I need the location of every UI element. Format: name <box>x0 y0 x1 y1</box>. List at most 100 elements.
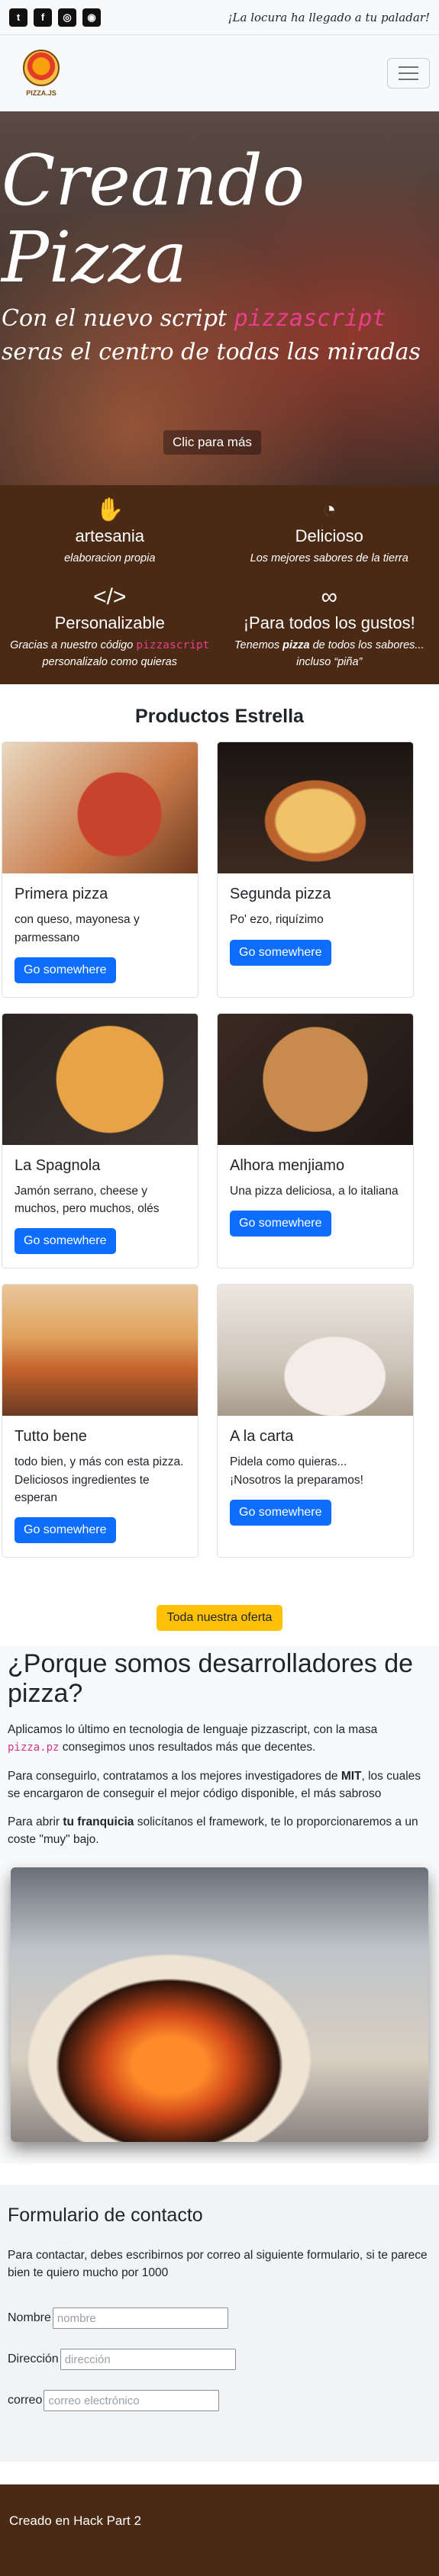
all-offers-button[interactable]: Toda nuestra oferta <box>157 1605 283 1631</box>
products-title: Productos Estrella <box>0 706 439 728</box>
feature-desc: Gracias a nuestro código pizzascript per… <box>8 638 212 671</box>
code-icon: </> <box>8 583 212 612</box>
social-links: t f ◎ ◉ <box>9 8 101 27</box>
product-image <box>218 1014 413 1145</box>
why-section: ¿Porque somos desarrolladores de pizza? … <box>0 1646 439 2163</box>
product-text: con queso, mayonesa y parmessano <box>15 911 186 947</box>
product-text: Po' ezo, riquízimo <box>230 911 401 928</box>
feature-title: artesania <box>8 526 212 546</box>
hero-title-line2: Pizza <box>2 217 187 298</box>
product-image <box>2 742 198 873</box>
product-text: Jamón serrano, cheese y muchos, pero muc… <box>15 1182 186 1218</box>
product-text: todo bien, y más con esta pizza. Delicio… <box>15 1453 186 1507</box>
pizza-logo-icon <box>23 50 60 86</box>
footer: Creado en Hack Part 2 <box>0 2484 439 2576</box>
hero-subtitle-text-end: seras el centro de todas las miradas <box>2 339 421 365</box>
hero-subtitle-text: Con el nuevo script <box>2 305 234 332</box>
product-image <box>218 742 413 873</box>
email-row: correo <box>8 2390 431 2411</box>
product-button[interactable]: Go somewhere <box>15 957 116 983</box>
product-card: Segunda pizza Po' ezo, riquízimo Go some… <box>217 741 414 998</box>
github-icon[interactable]: ◉ <box>82 8 101 27</box>
feature-title: Delicioso <box>228 526 432 546</box>
infinity-icon: ∞ <box>228 583 432 612</box>
contact-title: Formulario de contacto <box>8 2205 431 2227</box>
feature-desc-text-end: personalizalo como quieras <box>42 656 177 668</box>
feature-desc-text: Tenemos <box>234 639 282 651</box>
feature-delicioso: ◔ Delicioso Los mejores sabores de la ti… <box>220 496 439 568</box>
product-title: La Spagnola <box>15 1157 186 1175</box>
product-text: Pidela como quieras... ¡Nosotros la prep… <box>230 1453 401 1489</box>
facebook-icon[interactable]: f <box>34 8 52 27</box>
hand-icon: ✋ <box>8 496 212 525</box>
hero-cta-button[interactable]: Clic para más <box>163 430 261 455</box>
product-card: A la carta Pidela como quieras... ¡Nosot… <box>217 1284 414 1558</box>
feature-code: pizzascript <box>136 639 209 651</box>
tagline: ¡La locura ha llegado a tu paladar! <box>228 11 430 24</box>
hero-code: pizzascript <box>234 305 386 332</box>
feature-personalizable: </> Personalizable Gracias a nuestro cód… <box>0 583 220 671</box>
name-row: Nombre <box>8 2307 431 2329</box>
feature-desc: Tenemos pizza de todos los sabores... in… <box>228 638 432 671</box>
navbar: PIZZA.JS <box>0 35 439 111</box>
product-text: Una pizza deliciosa, a lo italiana <box>230 1182 401 1200</box>
product-title: Segunda pizza <box>230 886 401 903</box>
why-bold: MIT <box>341 1770 362 1783</box>
product-button[interactable]: Go somewhere <box>230 940 331 966</box>
feature-desc: elaboracion propia <box>8 551 212 568</box>
why-paragraph-2: Para conseguirlo, contratamos a los mejo… <box>8 1767 431 1803</box>
address-label: Dirección <box>8 2352 59 2366</box>
footer-text: Creado en Hack Part 2 <box>9 2513 141 2528</box>
twitter-icon[interactable]: t <box>9 8 27 27</box>
contact-text: Para contactar, debes escribirnos por co… <box>8 2246 431 2282</box>
pizza-oven-image <box>11 1867 428 2142</box>
product-button[interactable]: Go somewhere <box>15 1228 116 1254</box>
why-text: Para abrir <box>8 1815 63 1828</box>
products-grid: Primera pizza con queso, mayonesa y parm… <box>0 741 439 1558</box>
product-title: Primera pizza <box>15 886 186 903</box>
product-image <box>2 1285 198 1416</box>
product-image <box>2 1014 198 1145</box>
brand-logo[interactable]: PIZZA.JS <box>9 41 73 105</box>
address-row: Dirección <box>8 2349 431 2370</box>
product-card: La Spagnola Jamón serrano, cheese y much… <box>2 1013 199 1269</box>
feature-desc-text: Gracias a nuestro código <box>10 639 136 651</box>
hero-subtitle: Con el nuevo script pizzascript seras el… <box>2 302 437 368</box>
feature-artesania: ✋ artesania elaboracion propia <box>0 496 220 568</box>
product-title: A la carta <box>230 1428 401 1446</box>
why-code: pizza.pz <box>8 1741 59 1754</box>
feature-desc: Los mejores sabores de la tierra <box>228 551 432 568</box>
topbar: t f ◎ ◉ ¡La locura ha llegado a tu palad… <box>0 0 439 35</box>
feature-desc-text-end: de todos los sabores... incluso “piña” <box>296 639 424 668</box>
hero-title-line1: Creando <box>2 140 305 221</box>
product-title: Alhora menjiamo <box>230 1157 401 1175</box>
product-button[interactable]: Go somewhere <box>15 1517 116 1543</box>
why-bold: tu franquicia <box>63 1815 134 1828</box>
hamburger-menu-icon[interactable] <box>387 58 430 88</box>
product-card: Primera pizza con queso, mayonesa y parm… <box>2 741 199 998</box>
product-card: Tutto bene todo bien, y más con esta piz… <box>2 1284 199 1558</box>
why-title: ¿Porque somos desarrolladores de pizza? <box>8 1649 431 1709</box>
product-button[interactable]: Go somewhere <box>230 1500 331 1526</box>
why-paragraph-3: Para abrir tu franquicia solicítanos el … <box>8 1813 431 1849</box>
product-button[interactable]: Go somewhere <box>230 1211 331 1237</box>
email-input[interactable] <box>44 2390 219 2411</box>
instagram-icon[interactable]: ◎ <box>58 8 76 27</box>
hero-title: Creando Pizza <box>2 142 437 296</box>
product-card: Alhora menjiamo Una pizza deliciosa, a l… <box>217 1013 414 1269</box>
email-label: correo <box>8 2394 42 2407</box>
why-text: Para conseguirlo, contratamos a los mejo… <box>8 1770 341 1783</box>
name-input[interactable] <box>53 2307 228 2329</box>
feature-title: ¡Para todos los gustos! <box>228 613 432 633</box>
feature-desc-bold: pizza <box>282 639 309 651</box>
pizza-slice-icon: ◔ <box>228 496 432 525</box>
contact-section: Formulario de contacto Para contactar, d… <box>0 2185 439 2462</box>
features: ✋ artesania elaboracion propia ◔ Delicio… <box>0 485 439 684</box>
feature-para-todos: ∞ ¡Para todos los gustos! Tenemos pizza … <box>220 583 439 671</box>
product-image <box>218 1285 413 1416</box>
logo-text: PIZZA.JS <box>26 89 56 97</box>
address-input[interactable] <box>60 2349 236 2370</box>
name-label: Nombre <box>8 2311 51 2325</box>
feature-title: Personalizable <box>8 613 212 633</box>
why-paragraph-1: Aplicamos lo último en tecnologia de len… <box>8 1721 431 1757</box>
